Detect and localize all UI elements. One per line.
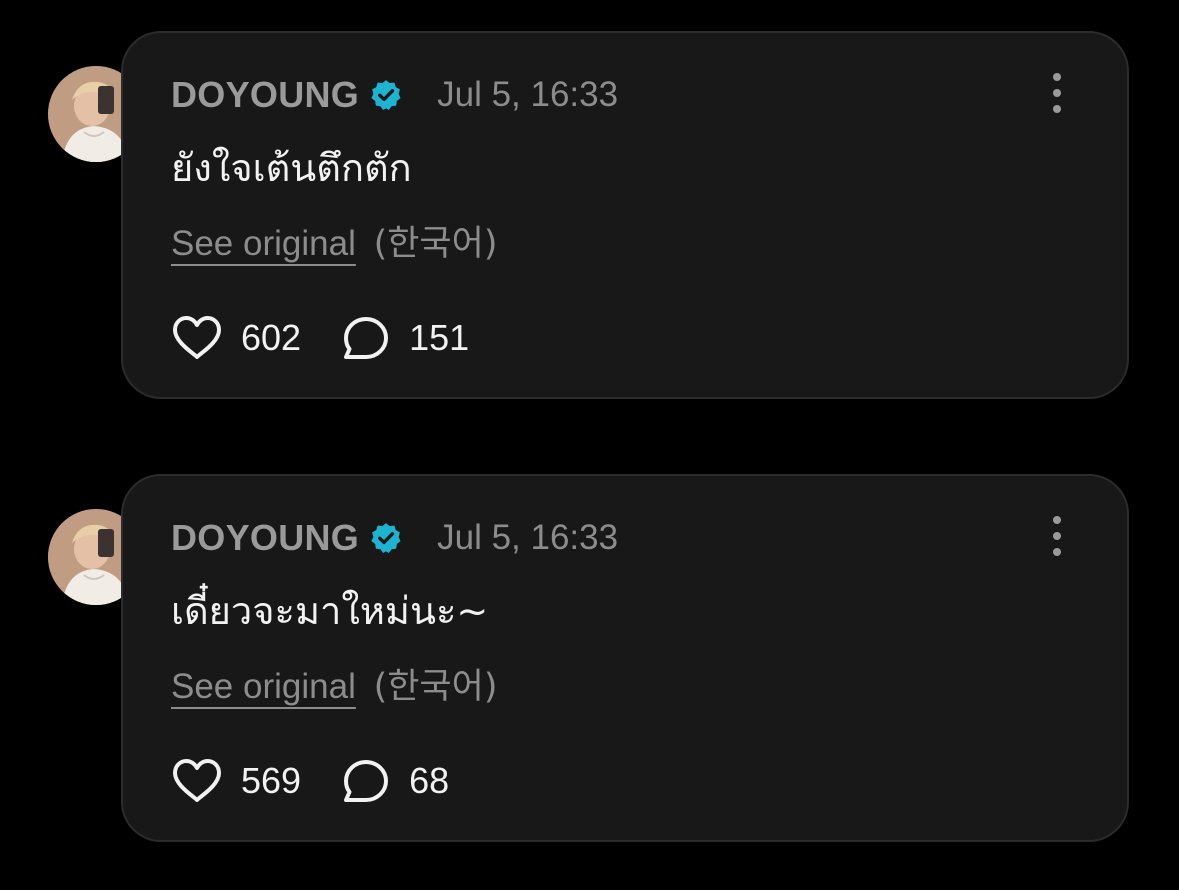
original-language-label: (한국어) [373, 224, 498, 264]
menu-dot [1053, 73, 1061, 81]
verified-badge-icon [369, 78, 403, 112]
post-card[interactable]: DOYOUNG Jul 5, 16:33 เดี๋ยวจะมาใหม่นะ~ S… [121, 474, 1129, 842]
more-vertical-icon[interactable] [1047, 73, 1067, 113]
post-actions: 569 68 [171, 756, 487, 806]
post-timestamp[interactable]: Jul 5, 16:33 [437, 75, 618, 115]
heart-icon [171, 757, 223, 805]
original-language-label: (한국어) [373, 667, 498, 707]
comment-button[interactable]: 68 [339, 757, 449, 805]
speech-bubble-icon [339, 757, 391, 805]
like-count: 569 [241, 760, 302, 801]
see-original-link[interactable]: See original [171, 224, 356, 263]
menu-dot [1053, 532, 1061, 540]
post-text: ยังใจเต้นตึกตัก [171, 146, 412, 190]
post-actions: 602 151 [171, 313, 507, 363]
like-button[interactable]: 569 [171, 757, 301, 805]
like-count: 602 [241, 317, 302, 358]
speech-bubble-icon [339, 314, 391, 362]
menu-dot [1053, 548, 1061, 556]
comment-count: 68 [409, 760, 450, 801]
see-original-link[interactable]: See original [171, 667, 356, 706]
comment-button[interactable]: 151 [339, 314, 469, 362]
translation-row: See original (한국어) [171, 215, 498, 266]
menu-dot [1053, 105, 1061, 113]
verified-badge-icon [369, 521, 403, 555]
post-card[interactable]: DOYOUNG Jul 5, 16:33 ยังใจเต้นตึกตัก See… [121, 31, 1129, 399]
translation-row: See original (한국어) [171, 658, 498, 709]
post-header: DOYOUNG Jul 5, 16:33 [171, 73, 618, 117]
menu-dot [1053, 89, 1061, 97]
post-text: เดี๋ยวจะมาใหม่นะ~ [171, 589, 489, 633]
menu-dot [1053, 516, 1061, 524]
post-header: DOYOUNG Jul 5, 16:33 [171, 516, 618, 560]
like-button[interactable]: 602 [171, 314, 301, 362]
heart-icon [171, 314, 223, 362]
post-timestamp[interactable]: Jul 5, 16:33 [437, 518, 618, 558]
more-vertical-icon[interactable] [1047, 516, 1067, 556]
comment-count: 151 [409, 317, 470, 358]
username[interactable]: DOYOUNG [171, 517, 359, 559]
username[interactable]: DOYOUNG [171, 74, 359, 116]
